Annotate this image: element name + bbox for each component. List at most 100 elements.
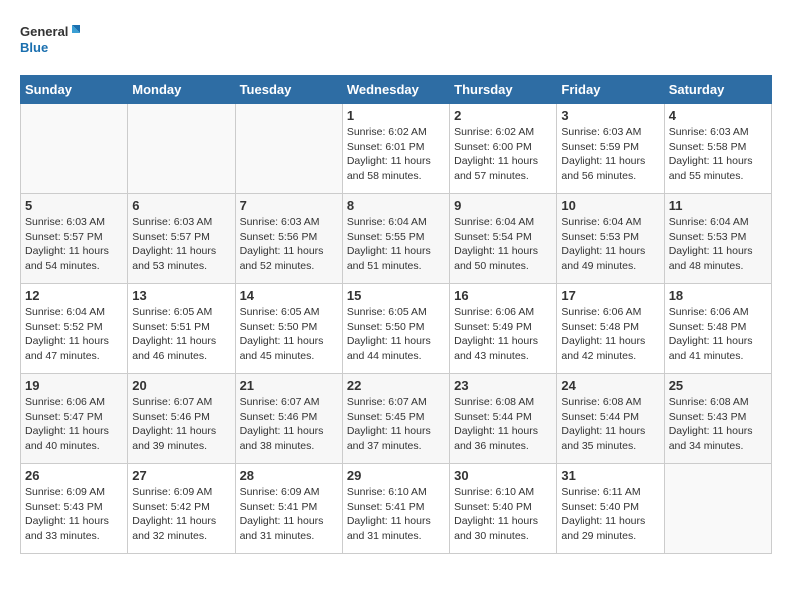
day-number: 14 bbox=[240, 288, 338, 303]
header-saturday: Saturday bbox=[664, 76, 771, 104]
day-number: 17 bbox=[561, 288, 659, 303]
day-number: 2 bbox=[454, 108, 552, 123]
calendar-cell: 19Sunrise: 6:06 AMSunset: 5:47 PMDayligh… bbox=[21, 374, 128, 464]
day-number: 22 bbox=[347, 378, 445, 393]
day-number: 4 bbox=[669, 108, 767, 123]
calendar-week-row: 12 Sunrise: 6:04 AMSunset: 5:52 PMDayligh… bbox=[21, 284, 772, 374]
header-sunday: Sunday bbox=[21, 76, 128, 104]
day-info: Sunrise: 6:02 AMSunset: 6:00 PMDaylight:… bbox=[454, 125, 552, 184]
day-info: Sunrise: 6:03 AMSunset: 5:57 PMDaylight:… bbox=[132, 215, 230, 274]
calendar-cell: 29Sunrise: 6:10 AMSunset: 5:41 PMDayligh… bbox=[342, 464, 449, 554]
calendar-cell: 12 Sunrise: 6:04 AMSunset: 5:52 PMDayligh… bbox=[21, 284, 128, 374]
day-info: Sunrise: 6:09 AMSunset: 5:42 PMDaylight:… bbox=[132, 485, 230, 544]
day-number: 30 bbox=[454, 468, 552, 483]
calendar-cell: 11 Sunrise: 6:04 AMSunset: 5:53 PMDayligh… bbox=[664, 194, 771, 284]
header-friday: Friday bbox=[557, 76, 664, 104]
day-number: 12 bbox=[25, 288, 123, 303]
day-info: Sunrise: 6:08 AMSunset: 5:43 PMDaylight:… bbox=[669, 395, 767, 454]
calendar-week-row: 5 Sunrise: 6:03 AMSunset: 5:57 PMDaylight… bbox=[21, 194, 772, 284]
day-info: Sunrise: 6:08 AMSunset: 5:44 PMDaylight:… bbox=[454, 395, 552, 454]
header-thursday: Thursday bbox=[450, 76, 557, 104]
calendar-header-row: SundayMondayTuesdayWednesdayThursdayFrid… bbox=[21, 76, 772, 104]
calendar-cell: 16Sunrise: 6:06 AMSunset: 5:49 PMDayligh… bbox=[450, 284, 557, 374]
day-number: 6 bbox=[132, 198, 230, 213]
page-header: General Blue bbox=[20, 20, 772, 65]
day-number: 15 bbox=[347, 288, 445, 303]
calendar-cell: 22 Sunrise: 6:07 AMSunset: 5:45 PMDayligh… bbox=[342, 374, 449, 464]
calendar-cell: 21 Sunrise: 6:07 AMSunset: 5:46 PMDayligh… bbox=[235, 374, 342, 464]
day-info: Sunrise: 6:05 AMSunset: 5:51 PMDaylight:… bbox=[132, 305, 230, 364]
day-number: 18 bbox=[669, 288, 767, 303]
day-info: Sunrise: 6:07 AMSunset: 5:45 PMDaylight:… bbox=[347, 395, 445, 454]
day-info: Sunrise: 6:05 AMSunset: 5:50 PMDaylight:… bbox=[240, 305, 338, 364]
day-info: Sunrise: 6:04 AMSunset: 5:53 PMDaylight:… bbox=[561, 215, 659, 274]
day-number: 31 bbox=[561, 468, 659, 483]
day-number: 19 bbox=[25, 378, 123, 393]
calendar-table: SundayMondayTuesdayWednesdayThursdayFrid… bbox=[20, 75, 772, 554]
calendar-cell: 3Sunrise: 6:03 AMSunset: 5:59 PMDaylight… bbox=[557, 104, 664, 194]
header-tuesday: Tuesday bbox=[235, 76, 342, 104]
day-info: Sunrise: 6:03 AMSunset: 5:58 PMDaylight:… bbox=[669, 125, 767, 184]
day-number: 27 bbox=[132, 468, 230, 483]
calendar-cell: 31 Sunrise: 6:11 AMSunset: 5:40 PMDayligh… bbox=[557, 464, 664, 554]
day-number: 7 bbox=[240, 198, 338, 213]
header-wednesday: Wednesday bbox=[342, 76, 449, 104]
day-info: Sunrise: 6:02 AMSunset: 6:01 PMDaylight:… bbox=[347, 125, 445, 184]
day-number: 25 bbox=[669, 378, 767, 393]
calendar-cell: 18 Sunrise: 6:06 AMSunset: 5:48 PMDayligh… bbox=[664, 284, 771, 374]
calendar-week-row: 1 Sunrise: 6:02 AMSunset: 6:01 PMDaylight… bbox=[21, 104, 772, 194]
calendar-cell: 20Sunrise: 6:07 AMSunset: 5:46 PMDayligh… bbox=[128, 374, 235, 464]
calendar-cell: 24 Sunrise: 6:08 AMSunset: 5:44 PMDayligh… bbox=[557, 374, 664, 464]
day-info: Sunrise: 6:03 AMSunset: 5:59 PMDaylight:… bbox=[561, 125, 659, 184]
day-number: 11 bbox=[669, 198, 767, 213]
calendar-cell: 30 Sunrise: 6:10 AMSunset: 5:40 PMDayligh… bbox=[450, 464, 557, 554]
day-number: 10 bbox=[561, 198, 659, 213]
calendar-cell bbox=[235, 104, 342, 194]
calendar-cell: 15 Sunrise: 6:05 AMSunset: 5:50 PMDayligh… bbox=[342, 284, 449, 374]
logo-svg: General Blue bbox=[20, 20, 80, 65]
day-number: 28 bbox=[240, 468, 338, 483]
day-number: 9 bbox=[454, 198, 552, 213]
day-number: 21 bbox=[240, 378, 338, 393]
svg-text:General: General bbox=[20, 24, 68, 39]
day-info: Sunrise: 6:04 AMSunset: 5:52 PMDaylight:… bbox=[25, 305, 123, 364]
calendar-cell: 26Sunrise: 6:09 AMSunset: 5:43 PMDayligh… bbox=[21, 464, 128, 554]
calendar-cell: 25 Sunrise: 6:08 AMSunset: 5:43 PMDayligh… bbox=[664, 374, 771, 464]
day-info: Sunrise: 6:08 AMSunset: 5:44 PMDaylight:… bbox=[561, 395, 659, 454]
day-info: Sunrise: 6:05 AMSunset: 5:50 PMDaylight:… bbox=[347, 305, 445, 364]
calendar-cell: 7 Sunrise: 6:03 AMSunset: 5:56 PMDaylight… bbox=[235, 194, 342, 284]
day-info: Sunrise: 6:04 AMSunset: 5:53 PMDaylight:… bbox=[669, 215, 767, 274]
day-info: Sunrise: 6:09 AMSunset: 5:43 PMDaylight:… bbox=[25, 485, 123, 544]
day-info: Sunrise: 6:06 AMSunset: 5:49 PMDaylight:… bbox=[454, 305, 552, 364]
day-info: Sunrise: 6:03 AMSunset: 5:56 PMDaylight:… bbox=[240, 215, 338, 274]
day-info: Sunrise: 6:04 AMSunset: 5:55 PMDaylight:… bbox=[347, 215, 445, 274]
calendar-week-row: 19Sunrise: 6:06 AMSunset: 5:47 PMDayligh… bbox=[21, 374, 772, 464]
calendar-cell: 9Sunrise: 6:04 AMSunset: 5:54 PMDaylight… bbox=[450, 194, 557, 284]
day-info: Sunrise: 6:10 AMSunset: 5:41 PMDaylight:… bbox=[347, 485, 445, 544]
calendar-cell bbox=[21, 104, 128, 194]
day-info: Sunrise: 6:10 AMSunset: 5:40 PMDaylight:… bbox=[454, 485, 552, 544]
calendar-cell: 4 Sunrise: 6:03 AMSunset: 5:58 PMDaylight… bbox=[664, 104, 771, 194]
logo: General Blue bbox=[20, 20, 80, 65]
calendar-cell: 6 Sunrise: 6:03 AMSunset: 5:57 PMDaylight… bbox=[128, 194, 235, 284]
header-monday: Monday bbox=[128, 76, 235, 104]
calendar-cell bbox=[664, 464, 771, 554]
day-info: Sunrise: 6:11 AMSunset: 5:40 PMDaylight:… bbox=[561, 485, 659, 544]
day-number: 24 bbox=[561, 378, 659, 393]
day-number: 23 bbox=[454, 378, 552, 393]
calendar-cell: 13 Sunrise: 6:05 AMSunset: 5:51 PMDayligh… bbox=[128, 284, 235, 374]
svg-text:Blue: Blue bbox=[20, 40, 48, 55]
calendar-cell: 23 Sunrise: 6:08 AMSunset: 5:44 PMDayligh… bbox=[450, 374, 557, 464]
day-number: 5 bbox=[25, 198, 123, 213]
calendar-cell: 8Sunrise: 6:04 AMSunset: 5:55 PMDaylight… bbox=[342, 194, 449, 284]
calendar-cell: 2 Sunrise: 6:02 AMSunset: 6:00 PMDaylight… bbox=[450, 104, 557, 194]
day-info: Sunrise: 6:03 AMSunset: 5:57 PMDaylight:… bbox=[25, 215, 123, 274]
day-number: 1 bbox=[347, 108, 445, 123]
day-info: Sunrise: 6:06 AMSunset: 5:48 PMDaylight:… bbox=[669, 305, 767, 364]
calendar-cell bbox=[128, 104, 235, 194]
day-info: Sunrise: 6:07 AMSunset: 5:46 PMDaylight:… bbox=[240, 395, 338, 454]
calendar-cell: 5 Sunrise: 6:03 AMSunset: 5:57 PMDaylight… bbox=[21, 194, 128, 284]
day-info: Sunrise: 6:06 AMSunset: 5:48 PMDaylight:… bbox=[561, 305, 659, 364]
day-number: 13 bbox=[132, 288, 230, 303]
calendar-cell: 14 Sunrise: 6:05 AMSunset: 5:50 PMDayligh… bbox=[235, 284, 342, 374]
